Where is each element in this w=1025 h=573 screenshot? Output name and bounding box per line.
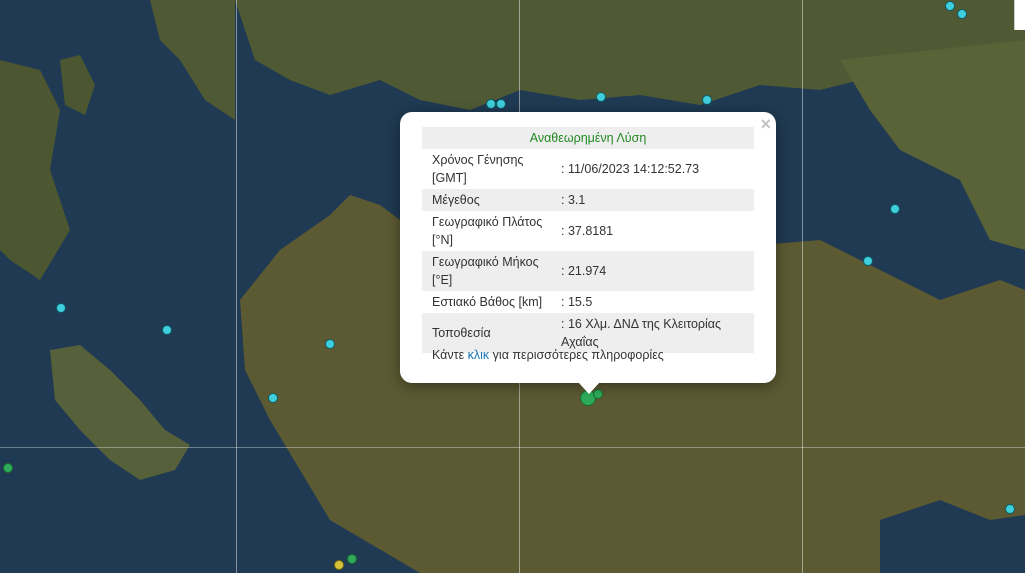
earthquake-marker[interactable] — [496, 99, 506, 109]
table-row: Εστιακό Βάθος [km] : 15.5 — [422, 291, 754, 313]
field-label-origin-time: Χρόνος Γένησης [GMT] — [432, 153, 524, 185]
field-value-magnitude: : 3.1 — [561, 189, 754, 211]
earthquake-marker[interactable] — [486, 99, 496, 109]
field-value-location: : 16 Χλμ. ΔΝΔ της Κλειτορίας Αχαΐας — [561, 313, 754, 353]
earthquake-marker[interactable] — [702, 95, 712, 105]
more-info-text: Κάντε κλικ για περισσότερες πληροφορίες — [432, 348, 664, 362]
table-row: Γεωγραφικό Μήκος [°E] : 21.974 — [422, 251, 754, 291]
table-row: Μέγεθος : 3.1 — [422, 189, 754, 211]
more-info-prefix: Κάντε — [432, 348, 468, 362]
grid-line — [802, 0, 803, 573]
grid-line — [0, 447, 1025, 448]
earthquake-marker[interactable] — [56, 303, 66, 313]
table-row: Χρόνος Γένησης [GMT] : 11/06/2023 14:12:… — [422, 149, 754, 189]
map-control-edge[interactable] — [1014, 0, 1025, 30]
earthquake-marker[interactable] — [3, 463, 13, 473]
earthquake-marker[interactable] — [863, 256, 873, 266]
earthquake-popup: × Αναθεωρημένη Λύση Χρόνος Γένησης [GMT]… — [400, 112, 776, 383]
field-value-origin-time: : 11/06/2023 14:12:52.73 — [561, 162, 700, 176]
earthquake-marker[interactable] — [268, 393, 278, 403]
field-value-latitude: : 37.8181 — [561, 224, 614, 238]
earthquake-marker[interactable] — [890, 204, 900, 214]
field-label-magnitude: Μέγεθος — [422, 189, 561, 211]
popup-tip — [578, 382, 600, 394]
earthquake-marker[interactable] — [334, 560, 344, 570]
earthquake-marker[interactable] — [596, 92, 606, 102]
field-label-latitude: Γεωγραφικό Πλάτος [°N] — [432, 215, 543, 247]
earthquake-marker[interactable] — [162, 325, 172, 335]
field-value-longitude: : 21.974 — [561, 251, 754, 291]
popup-title: Αναθεωρημένη Λύση — [422, 127, 754, 149]
table-row: Γεωγραφικό Πλάτος [°N] : 37.8181 — [422, 211, 754, 251]
earthquake-marker[interactable] — [1005, 504, 1015, 514]
earthquake-marker[interactable] — [325, 339, 335, 349]
popup-title-row: Αναθεωρημένη Λύση — [422, 127, 754, 149]
close-icon[interactable]: × — [760, 114, 771, 134]
more-info-suffix: για περισσότερες πληροφορίες — [489, 348, 664, 362]
more-info-link[interactable]: κλικ — [468, 348, 490, 362]
field-label-longitude: Γεωγραφικό Μήκος [°E] — [422, 251, 561, 291]
earthquake-marker[interactable] — [957, 9, 967, 19]
field-label-location: Τοποθεσία — [422, 313, 561, 353]
earthquake-marker[interactable] — [347, 554, 357, 564]
field-value-depth: : 15.5 — [561, 295, 593, 309]
earthquake-marker[interactable] — [945, 1, 955, 11]
grid-line — [236, 0, 237, 573]
field-label-depth: Εστιακό Βάθος [km] — [432, 295, 543, 309]
table-row: Τοποθεσία : 16 Χλμ. ΔΝΔ της Κλειτορίας Α… — [422, 313, 754, 353]
earthquake-details-table: Αναθεωρημένη Λύση Χρόνος Γένησης [GMT] :… — [422, 127, 754, 353]
